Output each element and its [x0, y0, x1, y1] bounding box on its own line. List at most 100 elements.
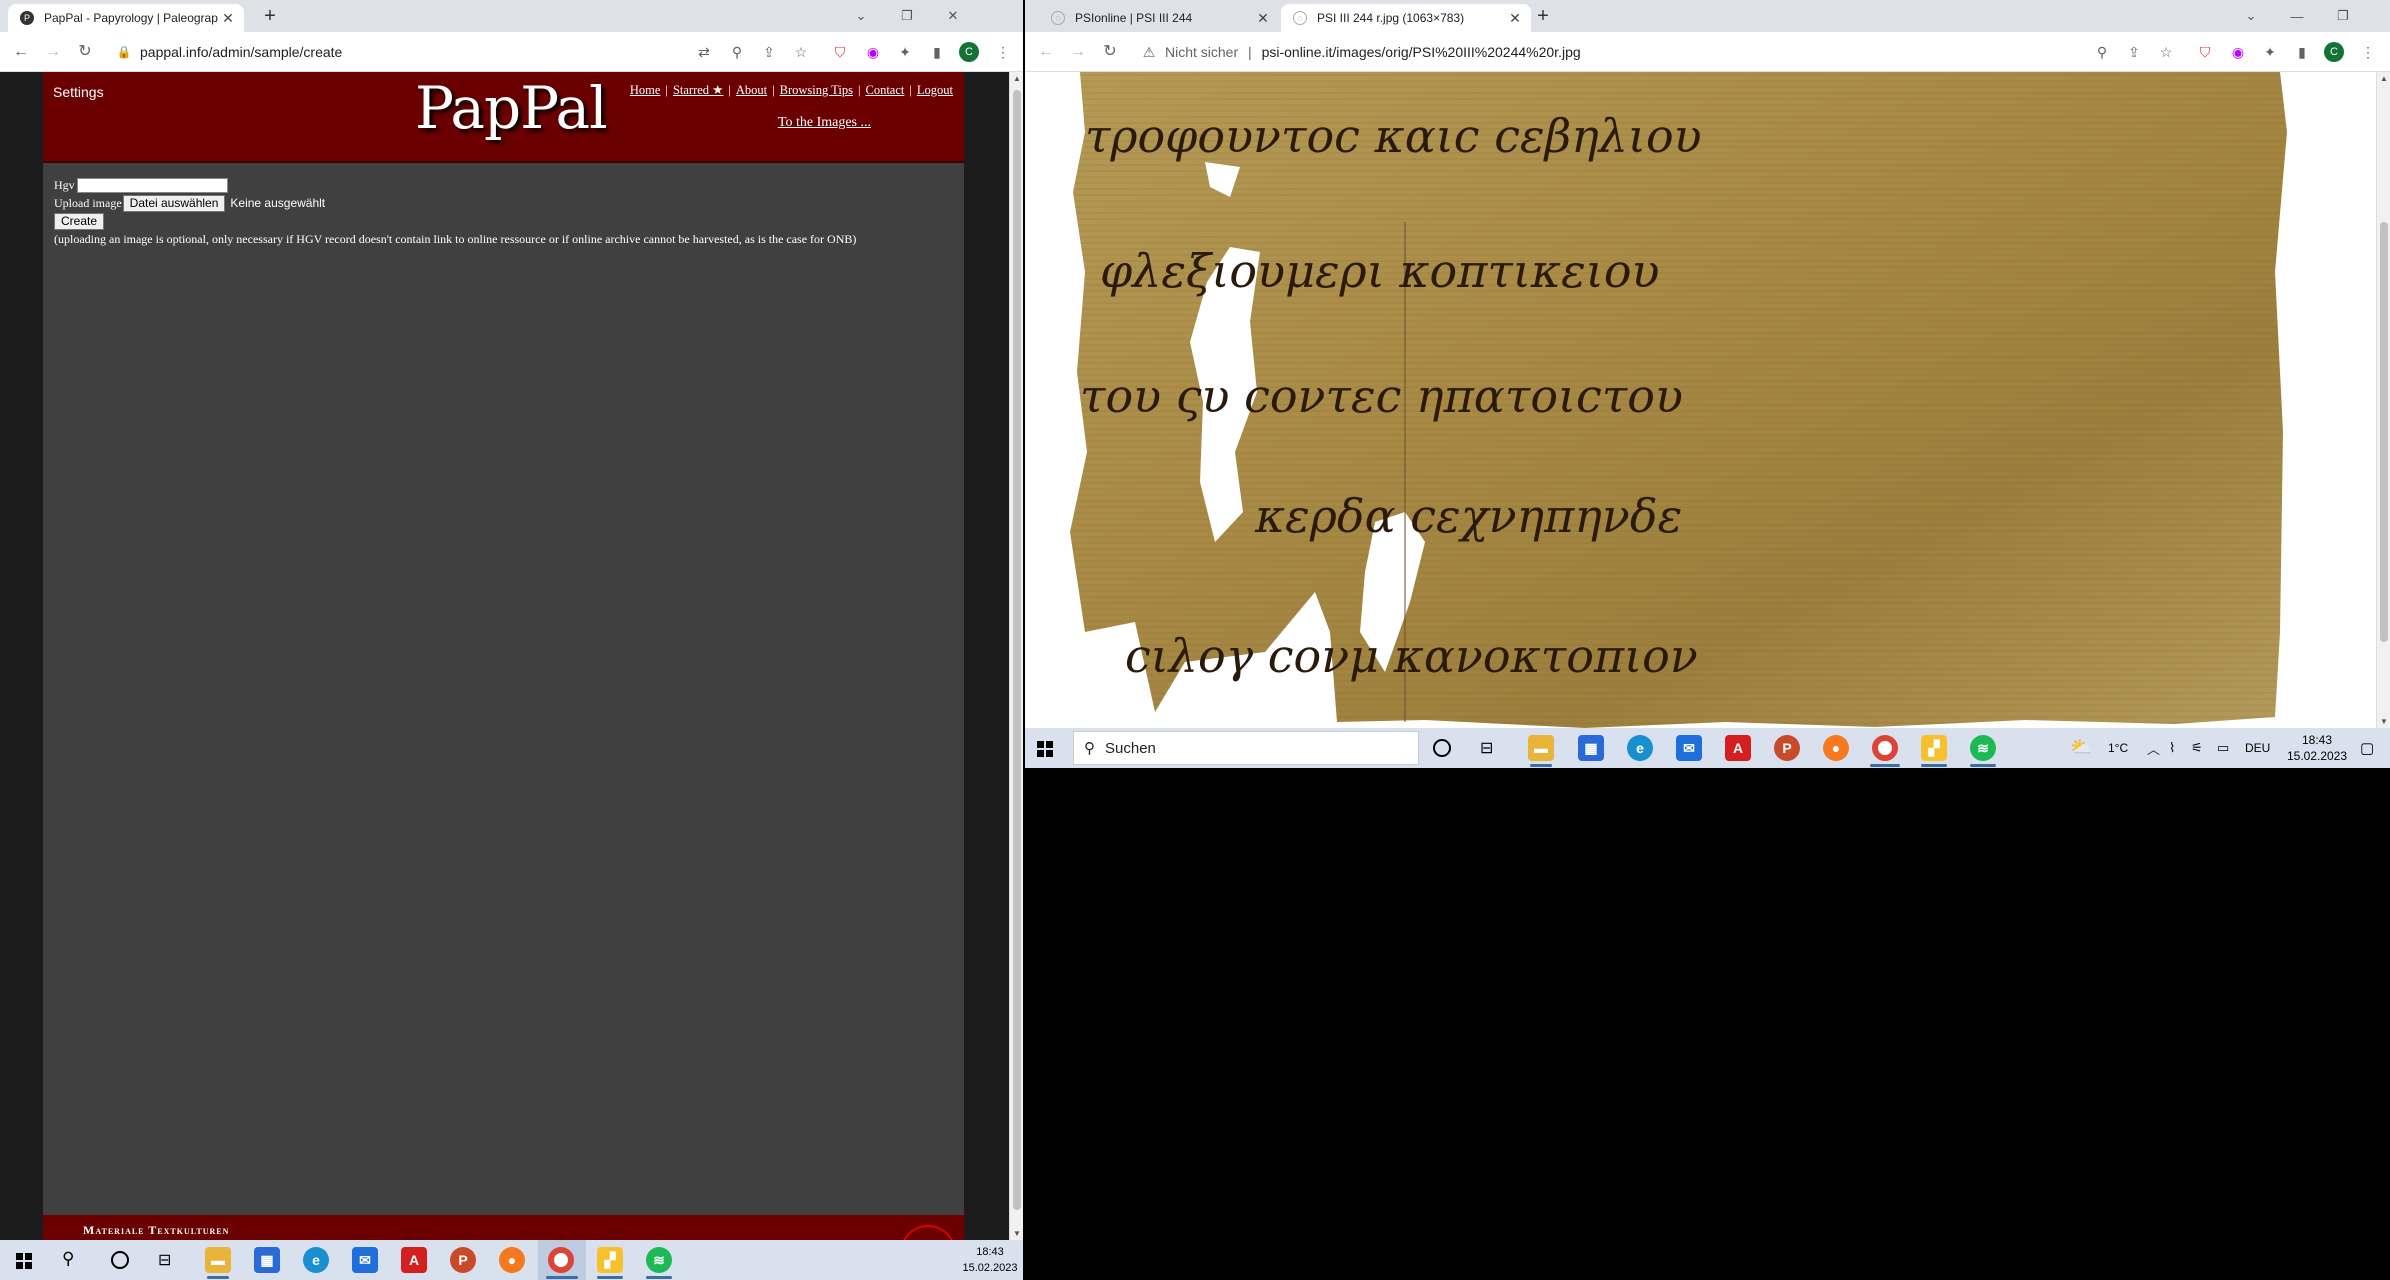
back-arrow-icon[interactable]: ← — [1035, 41, 1057, 63]
close-tab-icon[interactable]: ✕ — [218, 10, 238, 27]
sidepanel-icon[interactable]: ▮ — [2292, 42, 2312, 62]
close-tab-icon[interactable]: ✕ — [1253, 10, 1273, 27]
edge-icon[interactable]: e — [303, 1247, 329, 1273]
firefox-icon[interactable]: ● — [499, 1247, 525, 1273]
nav-contact[interactable]: Contact — [865, 83, 904, 97]
left-scrollbar[interactable]: ▲ ▼ — [1009, 72, 1023, 1240]
file-explorer-icon[interactable]: ▬ — [205, 1247, 231, 1273]
firefox-icon[interactable]: ● — [1823, 735, 1849, 761]
tab-psionline[interactable]: ◌ PSIonline | PSI III 244 ✕ — [1039, 4, 1279, 32]
minimize-icon[interactable]: — — [2274, 9, 2320, 24]
menu-kebab-icon[interactable]: ⋮ — [993, 42, 1013, 62]
windows-start-icon[interactable] — [1037, 741, 1053, 757]
nav-home[interactable]: Home — [630, 83, 661, 97]
create-button[interactable]: Create — [54, 212, 105, 230]
powerpoint-icon[interactable]: P — [1774, 735, 1800, 761]
profile-avatar[interactable]: C — [959, 42, 979, 62]
scroll-down-arrow-icon[interactable]: ▼ — [2377, 717, 2390, 726]
file-explorer-icon[interactable]: ▬ — [1528, 735, 1554, 761]
cortana-icon[interactable] — [1433, 739, 1451, 757]
hgv-input[interactable] — [76, 177, 228, 193]
close-tab-icon[interactable]: ✕ — [1505, 10, 1525, 27]
chrome-icon[interactable] — [1872, 735, 1898, 761]
right-scrollbar[interactable]: ▲ ▼ — [2376, 72, 2390, 728]
tray-chevron-icon[interactable]: ︿ — [2147, 739, 2160, 758]
language-indicator[interactable]: DEU — [2245, 741, 2270, 755]
menu-kebab-icon[interactable]: ⋮ — [2358, 42, 2378, 62]
taskbar-clock[interactable]: 18:43 15.02.2023 — [950, 1244, 1030, 1276]
search-icon[interactable]: ⚲ — [62, 1249, 74, 1269]
taskbar-search-box[interactable]: ⚲ Suchen — [1073, 731, 1419, 765]
left-scroll-thumb[interactable] — [1013, 90, 1021, 1210]
scroll-down-arrow-icon[interactable]: ▼ — [1010, 1229, 1023, 1238]
new-tab-button[interactable]: + — [258, 5, 282, 28]
store-icon[interactable]: ▦ — [1578, 735, 1604, 761]
nav-starred[interactable]: Starred ★ — [673, 83, 723, 97]
task-view-icon[interactable]: ⊟ — [158, 1250, 171, 1270]
store-icon[interactable]: ▦ — [254, 1247, 280, 1273]
address-bar[interactable]: Nicht sicher | psi-online.it/images/orig… — [1165, 44, 1581, 60]
extension-shield-icon[interactable]: ⛉ — [2195, 42, 2215, 62]
reload-icon[interactable]: ↻ — [1099, 41, 1121, 63]
weather-icon[interactable]: ⛅ — [2070, 737, 2092, 758]
spotify-icon[interactable]: ≋ — [1970, 735, 1996, 761]
cortana-icon[interactable] — [111, 1251, 129, 1269]
bookmark-star-icon[interactable]: ☆ — [2156, 42, 2176, 62]
profile-avatar[interactable]: C — [2324, 42, 2344, 62]
reload-icon[interactable]: ↻ — [74, 41, 96, 63]
address-bar[interactable]: pappal.info/admin/sample/create — [140, 44, 342, 60]
notifications-icon[interactable]: ▢ — [2360, 739, 2374, 757]
to-images-link[interactable]: To the Images ... — [778, 115, 871, 131]
extension-ub-icon[interactable]: ◉ — [863, 42, 883, 62]
new-tab-button[interactable]: + — [1531, 5, 1555, 28]
extension-shield-icon[interactable]: ⛉ — [830, 42, 850, 62]
chrome-icon[interactable] — [548, 1247, 574, 1273]
windows-start-icon[interactable] — [16, 1253, 32, 1269]
tab-psi-image[interactable]: ◌ PSI III 244 r.jpg (1063×783) ✕ — [1281, 4, 1531, 32]
bookmark-star-icon[interactable]: ☆ — [791, 42, 811, 62]
acrobat-icon[interactable]: A — [1725, 735, 1751, 761]
weather-temp[interactable]: 1°C — [2108, 741, 2128, 755]
chevron-down-icon[interactable]: ⌄ — [838, 8, 884, 24]
task-view-icon[interactable]: ⊟ — [1480, 738, 1493, 758]
spotify-icon[interactable]: ≋ — [646, 1247, 672, 1273]
zoom-icon[interactable]: ⚲ — [2092, 42, 2112, 62]
sticky-app-icon[interactable]: ▞ — [597, 1247, 623, 1273]
warning-icon[interactable]: ⚠ — [1139, 42, 1159, 62]
share-icon[interactable]: ⇪ — [759, 42, 779, 62]
close-window-icon[interactable]: ✕ — [930, 8, 976, 24]
share-icon[interactable]: ⇪ — [2124, 42, 2144, 62]
volume-icon[interactable]: ⚟ — [2191, 740, 2203, 756]
chevron-down-icon[interactable]: ⌄ — [2228, 8, 2274, 24]
nav-about[interactable]: About — [736, 83, 767, 97]
scroll-up-arrow-icon[interactable]: ▲ — [2377, 74, 2390, 83]
extensions-puzzle-icon[interactable]: ✦ — [2260, 42, 2280, 62]
mail-icon[interactable]: ✉ — [352, 1247, 378, 1273]
forward-arrow-icon[interactable]: → — [42, 41, 64, 63]
acrobat-icon[interactable]: A — [401, 1247, 427, 1273]
extension-ub-icon[interactable]: ◉ — [2228, 42, 2248, 62]
forward-arrow-icon[interactable]: → — [1067, 41, 1089, 63]
settings-link[interactable]: Settings — [53, 84, 104, 100]
restore-icon[interactable]: ❐ — [2320, 8, 2366, 24]
scroll-up-arrow-icon[interactable]: ▲ — [1010, 74, 1023, 83]
choose-file-button[interactable]: Datei auswählen — [122, 194, 226, 212]
mail-icon[interactable]: ✉ — [1676, 735, 1702, 761]
nav-browsing-tips[interactable]: Browsing Tips — [780, 83, 853, 97]
edge-icon[interactable]: e — [1627, 735, 1653, 761]
right-scroll-thumb[interactable] — [2380, 222, 2388, 642]
battery-icon[interactable]: ▭ — [2217, 740, 2229, 756]
sticky-app-icon[interactable]: ▞ — [1921, 735, 1947, 761]
back-arrow-icon[interactable]: ← — [10, 41, 32, 63]
lock-icon[interactable]: 🔒 — [114, 42, 134, 62]
restore-icon[interactable]: ❐ — [884, 8, 930, 24]
tab-pappal[interactable]: P PapPal - Papyrology | Paleography ✕ — [8, 4, 244, 32]
pappal-logo[interactable]: PapPal — [415, 74, 608, 142]
powerpoint-icon[interactable]: P — [450, 1247, 476, 1273]
zoom-icon[interactable]: ⚲ — [727, 42, 747, 62]
translate-icon[interactable]: ⇄ — [694, 42, 714, 62]
nav-logout[interactable]: Logout — [917, 83, 953, 97]
extensions-puzzle-icon[interactable]: ✦ — [895, 42, 915, 62]
sidepanel-icon[interactable]: ▮ — [927, 42, 947, 62]
taskbar-clock[interactable]: 18:43 15.02.2023 — [2272, 732, 2362, 764]
